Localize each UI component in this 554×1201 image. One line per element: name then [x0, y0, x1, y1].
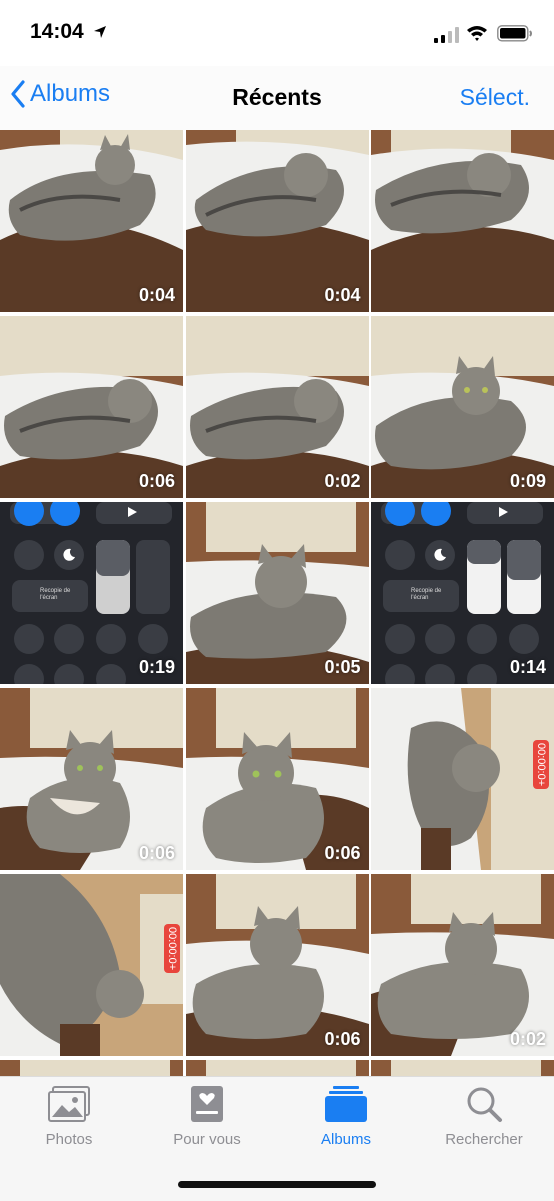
home-indicator[interactable] [178, 1181, 376, 1188]
grid-item[interactable]: 0:06 [185, 874, 369, 1056]
video-duration: 0:06 [324, 843, 361, 863]
grid-item[interactable]: Recopie de l'écran 0:14 [371, 502, 554, 684]
grid-item[interactable]: 0:09 [371, 316, 554, 498]
grid-item[interactable]: Recopie de l'écran 0:19 [0, 502, 183, 684]
grid-item[interactable]: 0:02 [371, 874, 554, 1056]
battery-icon [497, 25, 532, 42]
grid-item[interactable]: 00:00:0+ [371, 688, 554, 870]
cat-thumbnail [0, 874, 183, 1056]
video-duration: 0:04 [324, 285, 361, 305]
screen-mirroring-label: Recopie de l'écran [411, 588, 442, 601]
navigation-bar: Albums Récents Sélect. [0, 66, 554, 130]
grid-item[interactable] [371, 1060, 554, 1076]
photo-grid: 0:04 0:04 0:06 0:02 0:09 Recopie de l'éc… [0, 130, 554, 1076]
tab-albums[interactable]: Albums [277, 1085, 415, 1148]
cat-thumbnail [371, 688, 554, 870]
status-bar: 14:04 [0, 0, 554, 66]
cat-thumbnail [371, 1060, 554, 1076]
grid-item[interactable] [371, 130, 554, 312]
photos-icon [48, 1086, 90, 1122]
grid-item[interactable]: 0:06 [0, 688, 183, 870]
grid-item[interactable]: 0:02 [185, 316, 369, 498]
cat-thumbnail [0, 1060, 183, 1076]
video-duration: 0:19 [138, 657, 175, 677]
video-duration: 0:05 [324, 657, 361, 677]
grid-item[interactable]: 0:05 [185, 502, 369, 684]
video-duration: 0:06 [138, 471, 175, 491]
grid-item[interactable]: 00:00:0+ [0, 874, 183, 1056]
grid-item[interactable] [0, 1060, 183, 1076]
tab-photos[interactable]: Photos [0, 1085, 138, 1148]
video-duration: 0:02 [509, 1029, 546, 1049]
video-duration: 0:02 [324, 471, 361, 491]
tab-for-you[interactable]: Pour vous [138, 1085, 276, 1148]
video-duration: 0:06 [138, 843, 175, 863]
grid-item[interactable]: 0:06 [185, 688, 369, 870]
grid-item[interactable]: 0:04 [0, 130, 183, 312]
tab-label: Albums [320, 1131, 372, 1148]
video-duration: 0:14 [509, 657, 546, 677]
recording-badge: 00:00:0+ [164, 924, 180, 974]
grid-item[interactable]: 0:06 [0, 316, 183, 498]
video-duration: 0:06 [324, 1029, 361, 1049]
cellular-signal-icon [434, 27, 459, 43]
video-duration: 0:04 [138, 285, 175, 305]
wifi-icon [467, 26, 487, 41]
location-arrow-icon [94, 26, 106, 38]
tab-label: Pour vous [173, 1131, 241, 1148]
cat-thumbnail [371, 130, 554, 312]
for-you-icon [191, 1086, 223, 1122]
screen-mirroring-label: Recopie de l'écran [40, 588, 71, 601]
recording-badge: 00:00:0+ [533, 740, 549, 790]
grid-item[interactable]: 0:04 [185, 130, 369, 312]
status-time: 14:04 [30, 20, 84, 43]
grid-item[interactable] [185, 1060, 369, 1076]
select-button[interactable]: Sélect. [460, 84, 530, 111]
video-duration: 0:09 [509, 471, 546, 491]
tab-label: Rechercher [445, 1131, 523, 1148]
albums-icon [325, 1086, 367, 1122]
search-icon [467, 1087, 502, 1122]
tab-label: Photos [45, 1131, 93, 1148]
cat-thumbnail [185, 1060, 369, 1076]
tab-search[interactable]: Rechercher [415, 1085, 553, 1148]
